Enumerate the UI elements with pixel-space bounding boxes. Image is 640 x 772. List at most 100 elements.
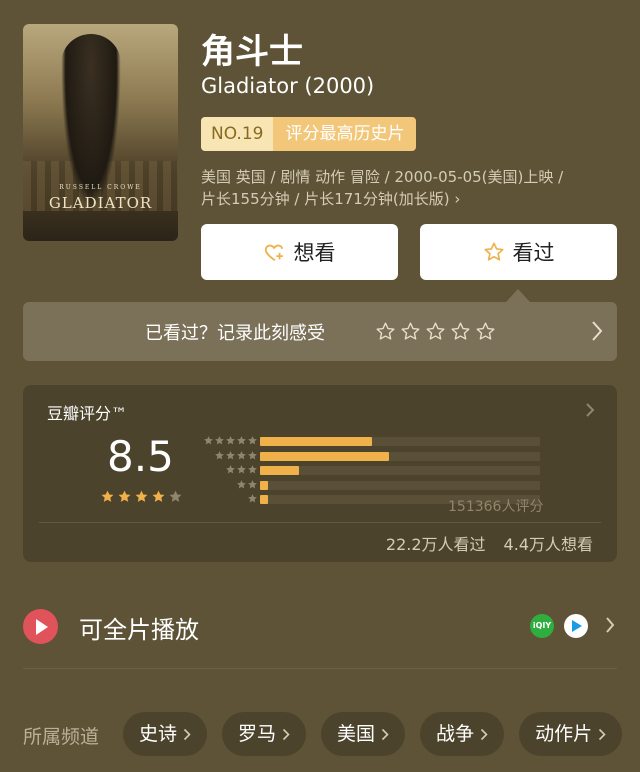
star-small-icon bbox=[226, 436, 235, 445]
channel-tag[interactable]: 史诗 bbox=[123, 712, 208, 756]
star-small-icon bbox=[237, 450, 246, 459]
score-stars bbox=[100, 489, 183, 504]
chevron-right-icon bbox=[606, 617, 615, 633]
row-stars bbox=[198, 493, 258, 504]
star-outline-icon[interactable] bbox=[400, 321, 421, 342]
star-small-icon bbox=[237, 465, 246, 474]
seen-label: 看过 bbox=[512, 241, 555, 265]
distribution-track bbox=[260, 480, 540, 490]
movie-poster[interactable]: RUSSELL CROWE GLADIATOR bbox=[23, 24, 178, 241]
channel-tag-label: 动作片 bbox=[535, 723, 593, 745]
star-small-icon bbox=[248, 436, 257, 445]
chevron-right-icon bbox=[599, 728, 606, 740]
want-label: 想看 bbox=[293, 241, 336, 265]
star-outline-icon[interactable] bbox=[425, 321, 446, 342]
rating-title: 豆瓣评分™ bbox=[47, 404, 128, 423]
channel-tag[interactable]: 罗马 bbox=[222, 712, 307, 756]
star-small-icon bbox=[248, 450, 257, 459]
channel-tag-label: 罗马 bbox=[238, 723, 277, 745]
channel-tag-label: 史诗 bbox=[139, 723, 178, 745]
rank-label: 评分最高历史片 bbox=[273, 117, 417, 151]
rank-badge[interactable]: NO.19 评分最高历史片 bbox=[201, 117, 417, 151]
distribution-row bbox=[198, 435, 543, 448]
iqiyi-icon[interactable]: iQIY bbox=[530, 614, 554, 638]
distribution-bar bbox=[260, 451, 389, 461]
star-small-icon bbox=[237, 436, 246, 445]
poster-title: GLADIATOR bbox=[48, 194, 153, 212]
row-stars bbox=[198, 479, 258, 490]
distribution-bar bbox=[260, 480, 269, 490]
distribution-row bbox=[198, 479, 543, 492]
channel-tag[interactable]: 战争 bbox=[420, 712, 505, 756]
tencent-video-icon[interactable] bbox=[564, 614, 588, 638]
distribution-bar bbox=[260, 437, 372, 446]
row-stars bbox=[198, 450, 258, 461]
poster-figure bbox=[61, 34, 121, 209]
chevron-right-icon bbox=[381, 728, 389, 740]
poster-actor: RUSSELL CROWE bbox=[59, 184, 142, 191]
chevron-right-icon bbox=[282, 728, 290, 740]
rating-card[interactable]: 豆瓣评分™ 8.5 151366人评分 22.2万人看过 4.4万人想看 bbox=[23, 385, 617, 562]
movie-title: 角斗士 bbox=[201, 32, 303, 72]
chevron-right-icon bbox=[183, 728, 191, 740]
play-icon bbox=[23, 609, 58, 644]
distribution-track bbox=[260, 437, 540, 446]
star-small-icon bbox=[226, 450, 235, 459]
watched-count: 22.2万人看过 bbox=[385, 535, 486, 554]
star-small-icon bbox=[226, 465, 235, 474]
star-small-icon bbox=[215, 450, 224, 459]
movie-original-title: Gladiator (2000) bbox=[201, 74, 375, 98]
want-to-watch-button[interactable]: 想看 bbox=[201, 224, 398, 280]
channel-tag[interactable]: 美国 bbox=[321, 712, 406, 756]
rating-input-stars[interactable] bbox=[375, 321, 496, 342]
star-outline-icon[interactable] bbox=[450, 321, 471, 342]
chevron-right-icon bbox=[480, 728, 488, 740]
star-outline-icon bbox=[483, 242, 504, 261]
heart-plus-icon bbox=[264, 244, 283, 262]
divider bbox=[23, 668, 617, 669]
star-outline-icon[interactable] bbox=[375, 321, 396, 342]
movie-meta[interactable]: 美国 英国 / 剧情 动作 冒险 / 2000-05-05(美国)上映 / 片长… bbox=[201, 166, 621, 210]
wish-count: 4.4万人想看 bbox=[503, 535, 593, 554]
star-small-icon bbox=[215, 436, 224, 445]
watch-stats: 22.2万人看过 4.4万人想看 bbox=[386, 531, 593, 555]
chevron-right-icon bbox=[586, 403, 595, 417]
play-full-row[interactable]: 可全片播放 iQIY bbox=[23, 604, 617, 652]
record-feeling-panel[interactable]: 已看过？记录此刻感受 bbox=[23, 302, 617, 361]
rank-number: NO.19 bbox=[201, 117, 274, 151]
rater-count: 151366人评分 bbox=[448, 499, 544, 515]
distribution-track bbox=[260, 451, 540, 461]
star-small-icon bbox=[248, 479, 257, 488]
distribution-bar bbox=[260, 466, 300, 475]
channel-tag[interactable]: 动作片 bbox=[519, 712, 623, 756]
star-small-icon bbox=[248, 494, 257, 503]
meta-line-1: 美国 英国 / 剧情 动作 冒险 / 2000-05-05(美国)上映 / bbox=[201, 168, 564, 186]
watched-button[interactable]: 看过 bbox=[420, 224, 617, 280]
star-small-icon bbox=[248, 465, 257, 474]
distribution-row bbox=[198, 450, 543, 463]
distribution-track bbox=[260, 466, 540, 475]
channel-tag-label: 战争 bbox=[436, 723, 475, 745]
row-stars bbox=[198, 464, 258, 475]
record-panel-pointer bbox=[506, 289, 530, 302]
star-filled-icon bbox=[101, 490, 114, 502]
chevron-right-icon bbox=[592, 321, 603, 341]
star-filled-icon bbox=[135, 490, 148, 502]
row-stars bbox=[198, 435, 258, 446]
distribution-bar bbox=[260, 495, 269, 504]
record-label: 已看过？记录此刻感受 bbox=[145, 322, 325, 344]
channel-tag-label: 美国 bbox=[337, 723, 376, 745]
channels-label: 所属频道 bbox=[23, 726, 100, 748]
divider bbox=[39, 522, 601, 523]
star-outline-icon[interactable] bbox=[475, 321, 496, 342]
play-label: 可全片播放 bbox=[79, 616, 199, 644]
star-small-icon bbox=[204, 436, 213, 445]
star-filled-icon bbox=[152, 490, 165, 502]
star-filled-icon bbox=[118, 490, 131, 502]
channel-tags: 史诗 罗马 美国 战争 动作片 bbox=[123, 712, 623, 756]
rating-score: 8.5 bbox=[107, 432, 174, 481]
star-empty-icon bbox=[169, 490, 182, 502]
meta-line-2: 片长155分钟 / 片长171分钟(加长版) › bbox=[201, 190, 461, 208]
distribution-row bbox=[198, 464, 543, 477]
star-small-icon bbox=[237, 479, 246, 488]
